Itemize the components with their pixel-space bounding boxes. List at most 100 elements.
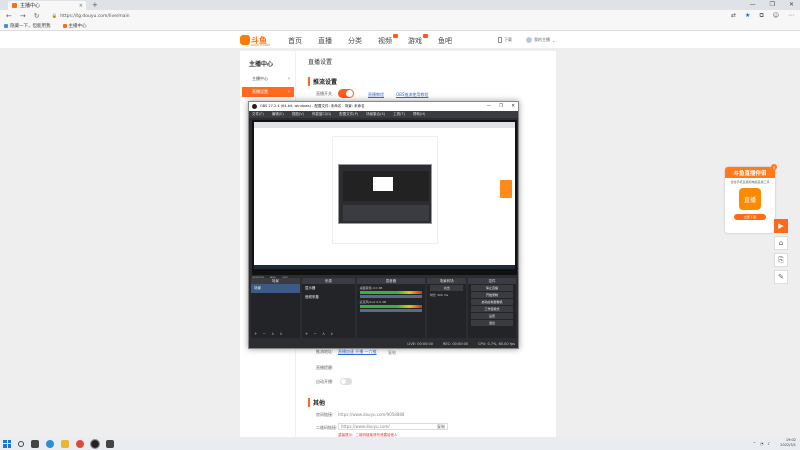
obs-menu-docks[interactable]: 停靠窗口(D) [312, 112, 331, 117]
obs-menu-scene-collection[interactable]: 场景集合(S) [366, 112, 385, 117]
minimize-button[interactable]: — [750, 1, 756, 8]
network-icon[interactable]: ◔ [760, 441, 764, 446]
profile-icon[interactable]: ☺ [773, 12, 779, 20]
transitions-dock: 场景转场 淡出 时长 300 ms [427, 278, 467, 338]
nav-fishbar[interactable]: 鱼吧 [438, 36, 452, 46]
chrome-icon[interactable] [76, 439, 84, 448]
browser-tab[interactable]: 主播中心 × [8, 1, 86, 10]
obs-menu-file[interactable]: 文件(F) [252, 112, 264, 117]
room-link-value: https://www.douyu.com/9058888 [338, 412, 405, 417]
translate-icon[interactable]: ⇄ [731, 12, 736, 20]
address-actions: ⇄ ★ ⧉ ☺ ⋯ [731, 12, 794, 20]
obs-menu-view[interactable]: 视图(V) [292, 112, 304, 117]
live-tutorial-link[interactable]: 直播教程 [368, 92, 384, 98]
obs-tutorial-link[interactable]: OBS推流使用教程 [396, 92, 428, 98]
scene-item[interactable]: 场景 [251, 284, 300, 293]
more-menu-icon[interactable]: ⋯ [788, 12, 794, 20]
search-icon[interactable] [18, 440, 24, 447]
qr-link-label: 二维码链接: [316, 425, 338, 430]
nested-obs-window [338, 164, 432, 224]
obs-status-bar: LIVE: 00:00:00 REC: 00:00:00 CPU: 0.7%, … [249, 340, 518, 348]
virtual-camera-button[interactable]: 启动虚拟摄像机 [471, 299, 513, 305]
logo-subtext: DOUYU.COM [251, 43, 270, 47]
douyu-logo[interactable]: 斗鱼 DOUYU.COM [240, 34, 274, 47]
chevron-right-icon: › [288, 89, 290, 95]
volume-slider[interactable] [359, 309, 423, 312]
hot-badge-icon [393, 34, 398, 38]
obs-preview[interactable] [252, 120, 517, 275]
url-input[interactable]: 🔒 https://tg.douyu.com/live/main [47, 12, 724, 20]
volume-icon[interactable]: ♪ [767, 441, 770, 446]
bookmark-folder-icon [4, 24, 8, 28]
share-icon[interactable]: ⎘ [774, 253, 788, 267]
home-icon[interactable]: ⌂ [774, 236, 788, 250]
forward-icon[interactable]: → [20, 12, 26, 20]
obs-menu-tools[interactable]: 工具(T) [393, 112, 405, 117]
feedback-icon[interactable]: ✎ [774, 270, 788, 284]
transition-select[interactable]: 淡出 [430, 285, 464, 291]
play-icon[interactable]: ▶ [774, 219, 788, 233]
copy-button[interactable]: 复制 [388, 350, 396, 356]
maximize-button[interactable]: ❐ [770, 1, 775, 8]
close-window-button[interactable]: ✕ [789, 1, 794, 8]
preview-screen-capture [254, 122, 515, 269]
nav-games-label: 游戏 [408, 37, 422, 45]
stop-streaming-button[interactable]: 停止直播 [471, 285, 513, 291]
nav-live[interactable]: 直播 [318, 36, 332, 46]
sidebar-item-anchor-center[interactable]: 主播中心 › [242, 74, 294, 84]
back-icon[interactable]: ← [6, 12, 12, 20]
exit-button[interactable]: 退出 [471, 320, 513, 326]
nested-obs-content [373, 177, 393, 191]
mixer-track-name: 桌面音频 [359, 286, 372, 290]
scenes-dock-toolbar[interactable]: + − ∧ ∨ [254, 331, 284, 336]
source-item[interactable]: 音频采集 [302, 293, 355, 302]
auto-start-toggle[interactable] [340, 378, 352, 385]
nav-home[interactable]: 首页 [288, 36, 302, 46]
user-menu[interactable]: 我的主播 ⌄ [526, 37, 555, 43]
bookmark-item[interactable]: 主播中心 [62, 23, 87, 29]
obs-minimize-button[interactable]: — [487, 104, 492, 109]
sidebar-item-live-settings[interactable]: 直播设置 › [242, 87, 294, 97]
obs-menu-profile[interactable]: 配置文件(P) [339, 112, 358, 117]
clock[interactable]: 19:02 2022/3/1 [780, 438, 796, 448]
promo-close-icon[interactable]: × [771, 164, 777, 170]
nav-video[interactable]: 视频 [378, 34, 398, 46]
qr-link-input[interactable]: https://www.douyu.com/ 复制 [338, 423, 448, 430]
source-item[interactable]: 显示器 [302, 284, 355, 293]
studio-mode-button[interactable]: 工作室模式 [471, 306, 513, 312]
edge-browser-icon[interactable] [46, 439, 54, 448]
settings-button[interactable]: 设置 [471, 313, 513, 319]
refresh-icon[interactable]: ↻ [34, 12, 40, 20]
sources-dock-toolbar[interactable]: + − ∧ ∨ [305, 331, 335, 336]
collections-icon[interactable]: ⧉ [759, 12, 763, 20]
task-view-icon[interactable] [31, 439, 39, 448]
new-tab-button[interactable]: + [92, 1, 98, 9]
stream-address-link[interactable]: 直播加速 开播 一六推 [338, 349, 377, 355]
bookmark-item[interactable]: 隐藏一下，但能用我 [4, 23, 51, 29]
obs-maximize-button[interactable]: ❐ [499, 104, 503, 109]
obs-taskbar-icon[interactable] [90, 438, 100, 449]
nav-games[interactable]: 游戏 [408, 34, 428, 46]
live-switch-toggle[interactable] [338, 89, 354, 98]
duration-input[interactable]: 300 ms [437, 293, 448, 297]
volume-slider[interactable] [359, 295, 423, 298]
start-icon[interactable] [3, 439, 11, 448]
obs-menu-help[interactable]: 帮助(H) [413, 112, 425, 117]
bookmarks-bar: 隐藏一下，但能用我 主播中心 [0, 22, 800, 31]
mixer-track-level: 0.0 dB [376, 300, 387, 304]
volume-meter [359, 291, 423, 294]
obs-titlebar[interactable]: OBS 27.2.4 (64-bit, windows) - 配置文件: 未命名… [249, 102, 518, 111]
chevron-up-icon[interactable]: ⌃ [753, 441, 756, 446]
tab-close-icon[interactable]: × [79, 3, 83, 9]
favorite-star-icon[interactable]: ★ [745, 12, 750, 20]
promo-download-button[interactable]: 立即下载 [734, 214, 766, 220]
app-icon[interactable] [106, 439, 114, 448]
download-link[interactable]: 下载 [498, 37, 512, 43]
start-recording-button[interactable]: 开始录制 [471, 292, 513, 298]
obs-menu-edit[interactable]: 编辑(E) [272, 112, 284, 117]
file-explorer-icon[interactable] [61, 439, 69, 448]
obs-close-button[interactable]: ✕ [511, 104, 515, 109]
obs-window: OBS 27.2.4 (64-bit, windows) - 配置文件: 未命名… [248, 101, 519, 349]
qr-copy-select[interactable]: 复制 [437, 424, 445, 430]
nav-category[interactable]: 分类 [348, 36, 362, 46]
